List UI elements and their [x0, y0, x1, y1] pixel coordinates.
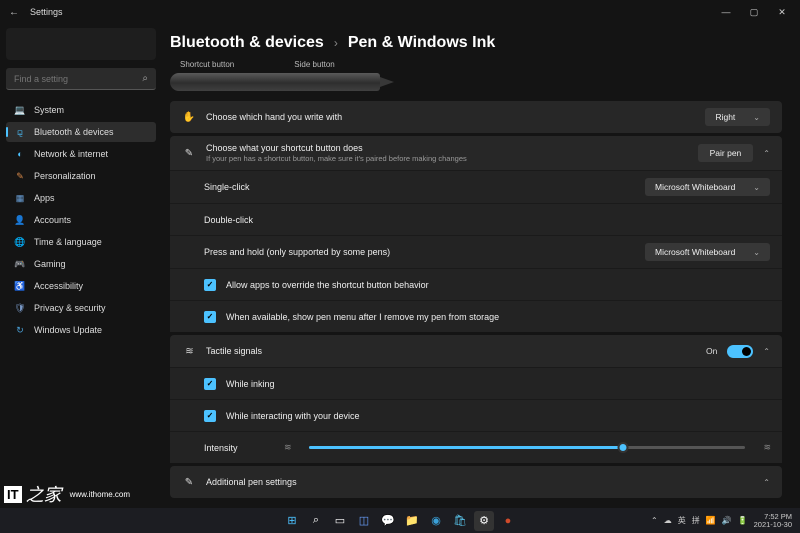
shield-icon: 🛡	[14, 302, 26, 314]
clock[interactable]: 7:52 PM2021-10-30	[754, 513, 792, 528]
tactile-toggle[interactable]	[727, 345, 753, 358]
single-click-row[interactable]: Single-click Microsoft Whiteboard⌄	[170, 170, 782, 203]
accessibility-icon: ♿	[14, 280, 26, 292]
wave-low-icon: ≋	[284, 442, 291, 453]
content-pane: Bluetooth & devices › Pen & Windows Ink …	[162, 24, 800, 508]
sidebar-item-network[interactable]: ◐Network & internet	[6, 144, 156, 164]
update-icon: ↻	[14, 324, 26, 336]
interacting-checkbox[interactable]: ✓	[204, 410, 216, 422]
chat-icon[interactable]: 💬	[378, 511, 398, 531]
ime-indicator[interactable]: 英	[678, 515, 686, 526]
globe-icon: 🌐	[14, 236, 26, 248]
breadcrumb: Bluetooth & devices › Pen & Windows Ink	[170, 34, 782, 52]
system-tray[interactable]: ⌃ ☁ 英 拼 📶 🔊 🔋 7:52 PM2021-10-30	[651, 513, 792, 528]
tactile-header-row[interactable]: ≋ Tactile signals On ⌃	[170, 335, 782, 367]
pen-button-labels: Shortcut button Side button	[180, 60, 782, 69]
sidebar: ⌕ 💻System ⚼Bluetooth & devices ◐Network …	[0, 24, 162, 508]
sidebar-item-apps[interactable]: ▦Apps	[6, 188, 156, 208]
pen-illustration	[170, 73, 380, 91]
tactile-card: ≋ Tactile signals On ⌃ ✓ While inking ✓ …	[170, 335, 782, 463]
chevron-up-icon[interactable]: ⌃	[763, 347, 770, 356]
hand-card: ✋ Choose which hand you write with Right…	[170, 101, 782, 133]
pen-menu-row[interactable]: ✓ When available, show pen menu after I …	[170, 300, 782, 332]
chevron-up-icon[interactable]: ⌃	[763, 478, 770, 487]
person-icon: 👤	[14, 214, 26, 226]
inking-checkbox[interactable]: ✓	[204, 378, 216, 390]
taskbar-search-icon[interactable]: ⌕	[306, 511, 326, 531]
override-checkbox[interactable]: ✓	[204, 279, 216, 291]
onedrive-icon[interactable]: ☁	[664, 516, 672, 525]
sidebar-item-bluetooth[interactable]: ⚼Bluetooth & devices	[6, 122, 156, 142]
page-title: Pen & Windows Ink	[348, 34, 495, 52]
chevron-down-icon: ⌄	[753, 248, 760, 257]
gaming-icon: 🎮	[14, 258, 26, 270]
search-box[interactable]: ⌕	[6, 68, 156, 90]
profile-box[interactable]	[6, 28, 156, 60]
system-icon: 💻	[14, 104, 26, 116]
chevron-down-icon: ⌄	[753, 183, 760, 192]
taskbar: ⊞ ⌕ ▭ ◫ 💬 📁 ◉ 🛍 ⚙ ● ⌃ ☁ 英 拼 📶 🔊 🔋 7:52 P…	[0, 508, 800, 533]
sidebar-item-accounts[interactable]: 👤Accounts	[6, 210, 156, 230]
watermark: IT 之家 www.ithome.com	[4, 481, 130, 507]
powerpoint-icon[interactable]: ●	[498, 511, 518, 531]
inking-row[interactable]: ✓ While inking	[170, 367, 782, 399]
hand-row[interactable]: ✋ Choose which hand you write with Right…	[170, 101, 782, 133]
double-click-row[interactable]: Double-click	[170, 203, 782, 235]
pair-pen-button[interactable]: Pair pen	[698, 144, 754, 162]
interacting-row[interactable]: ✓ While interacting with your device	[170, 399, 782, 431]
wave-high-icon: ≋	[763, 442, 770, 453]
sidebar-item-time[interactable]: 🌐Time & language	[6, 232, 156, 252]
apps-icon: ▦	[14, 192, 26, 204]
chevron-up-icon[interactable]: ⌃	[763, 149, 770, 158]
sidebar-item-privacy[interactable]: 🛡Privacy & security	[6, 298, 156, 318]
chevron-down-icon: ⌄	[753, 113, 760, 122]
pen-settings-icon: ✎	[182, 477, 196, 488]
search-input[interactable]	[14, 74, 142, 84]
start-button[interactable]: ⊞	[282, 511, 302, 531]
sidebar-item-system[interactable]: 💻System	[6, 100, 156, 120]
widgets-icon[interactable]: ◫	[354, 511, 374, 531]
chevron-right-icon: ›	[334, 36, 338, 50]
sidebar-item-gaming[interactable]: 🎮Gaming	[6, 254, 156, 274]
additional-card: ✎ Additional pen settings ⌃	[170, 466, 782, 498]
explorer-icon[interactable]: 📁	[402, 511, 422, 531]
hand-dropdown[interactable]: Right⌄	[705, 108, 770, 126]
intensity-slider[interactable]	[309, 446, 746, 449]
maximize-button[interactable]: ▢	[740, 7, 768, 18]
intensity-row: Intensity ≋ ≋	[170, 431, 782, 463]
ime-mode[interactable]: 拼	[692, 515, 700, 526]
settings-icon[interactable]: ⚙	[474, 511, 494, 531]
press-hold-row[interactable]: Press and hold (only supported by some p…	[170, 235, 782, 268]
brush-icon: ✎	[14, 170, 26, 182]
shortcut-header-row[interactable]: ✎ Choose what your shortcut button does …	[170, 136, 782, 170]
press-hold-dropdown[interactable]: Microsoft Whiteboard⌄	[645, 243, 770, 261]
search-icon: ⌕	[142, 73, 148, 84]
tactile-icon: ≋	[182, 346, 196, 357]
hand-icon: ✋	[182, 112, 196, 123]
sidebar-item-personalization[interactable]: ✎Personalization	[6, 166, 156, 186]
override-row[interactable]: ✓ Allow apps to override the shortcut bu…	[170, 268, 782, 300]
pen-menu-checkbox[interactable]: ✓	[204, 311, 216, 323]
window-title: Settings	[30, 7, 63, 17]
battery-tray-icon[interactable]: 🔋	[738, 516, 748, 525]
pen-icon: ✎	[182, 148, 196, 159]
task-view-icon[interactable]: ▭	[330, 511, 350, 531]
sidebar-item-update[interactable]: ↻Windows Update	[6, 320, 156, 340]
back-button[interactable]: ←	[4, 7, 24, 18]
minimize-button[interactable]: —	[712, 7, 740, 18]
sidebar-item-accessibility[interactable]: ♿Accessibility	[6, 276, 156, 296]
single-click-dropdown[interactable]: Microsoft Whiteboard⌄	[645, 178, 770, 196]
bluetooth-icon: ⚼	[14, 126, 26, 138]
close-button[interactable]: ✕	[768, 7, 796, 18]
title-bar: ← Settings — ▢ ✕	[0, 0, 800, 24]
tray-chevron-icon[interactable]: ⌃	[651, 516, 658, 525]
breadcrumb-parent[interactable]: Bluetooth & devices	[170, 34, 324, 52]
store-icon[interactable]: 🛍	[450, 511, 470, 531]
volume-tray-icon[interactable]: 🔊	[722, 516, 732, 525]
wifi-icon: ◐	[14, 148, 26, 160]
edge-icon[interactable]: ◉	[426, 511, 446, 531]
shortcut-card: ✎ Choose what your shortcut button does …	[170, 136, 782, 332]
additional-row[interactable]: ✎ Additional pen settings ⌃	[170, 466, 782, 498]
wifi-tray-icon[interactable]: 📶	[706, 516, 716, 525]
